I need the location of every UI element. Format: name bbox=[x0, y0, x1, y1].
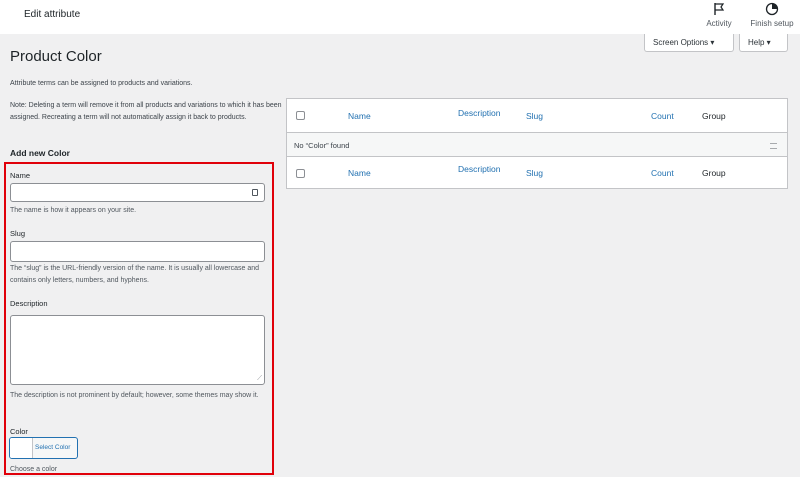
name-input[interactable] bbox=[10, 183, 265, 202]
select-color-label: Select Color bbox=[35, 444, 71, 451]
top-bar: Edit attribute Activity Finish setup bbox=[0, 0, 800, 34]
terms-table: Name Description Slug Count Group No “Co… bbox=[286, 98, 788, 189]
empty-message: No “Color” found bbox=[294, 141, 350, 150]
select-color-button[interactable]: Select Color bbox=[9, 437, 78, 459]
resize-handle-icon[interactable]: ⟋ bbox=[257, 375, 262, 382]
color-hint: Choose a color bbox=[10, 466, 58, 473]
page-title: Product Color bbox=[10, 48, 102, 65]
footer-column-name[interactable]: Name bbox=[348, 168, 371, 178]
autofill-icon bbox=[252, 189, 258, 196]
column-count[interactable]: Count bbox=[651, 111, 674, 121]
footer-column-description[interactable]: Description bbox=[458, 164, 501, 174]
footer-column-group: Group bbox=[702, 168, 726, 178]
footer-column-slug[interactable]: Slug bbox=[526, 168, 543, 178]
slug-label: Slug bbox=[10, 229, 26, 238]
name-hint: The name is how it appears on your site. bbox=[10, 207, 137, 214]
description-textarea[interactable]: ⟋ bbox=[10, 315, 265, 385]
activity-label: Activity bbox=[706, 19, 732, 28]
name-label: Name bbox=[10, 171, 31, 180]
column-slug[interactable]: Slug bbox=[526, 111, 543, 121]
empty-state-row: No “Color” found bbox=[287, 132, 787, 157]
finish-setup-label: Finish setup bbox=[750, 19, 794, 28]
progress-ring-icon bbox=[765, 2, 779, 16]
help-button[interactable]: Help ▾ bbox=[739, 34, 788, 52]
table-footer-row: Name Description Slug Count Group bbox=[287, 157, 787, 190]
add-new-heading: Add new Color bbox=[10, 148, 70, 158]
table-header-row: Name Description Slug Count Group bbox=[287, 99, 787, 132]
footer-column-count[interactable]: Count bbox=[651, 168, 674, 178]
column-name[interactable]: Name bbox=[348, 111, 371, 121]
select-all-checkbox-footer[interactable] bbox=[296, 169, 305, 178]
menu-icon bbox=[770, 143, 777, 149]
slug-input[interactable] bbox=[10, 241, 265, 262]
color-label: Color bbox=[10, 427, 28, 436]
select-all-checkbox[interactable] bbox=[296, 111, 305, 120]
activity-button[interactable]: Activity bbox=[700, 2, 738, 28]
column-description[interactable]: Description bbox=[458, 108, 501, 118]
description-hint: The description is not prominent by defa… bbox=[10, 392, 259, 399]
page-header-title: Edit attribute bbox=[24, 9, 81, 20]
screen-options-button[interactable]: Screen Options ▾ bbox=[644, 34, 734, 52]
intro-text: Attribute terms can be assigned to produ… bbox=[10, 80, 193, 87]
color-swatch bbox=[10, 438, 33, 458]
flag-icon bbox=[714, 3, 725, 15]
column-group: Group bbox=[702, 111, 726, 121]
slug-hint: The “slug” is the URL-friendly version o… bbox=[10, 265, 259, 284]
finish-setup-button[interactable]: Finish setup bbox=[746, 2, 798, 28]
deletion-note: Note: Deleting a term will remove it fro… bbox=[10, 102, 282, 121]
description-label: Description bbox=[10, 299, 48, 308]
